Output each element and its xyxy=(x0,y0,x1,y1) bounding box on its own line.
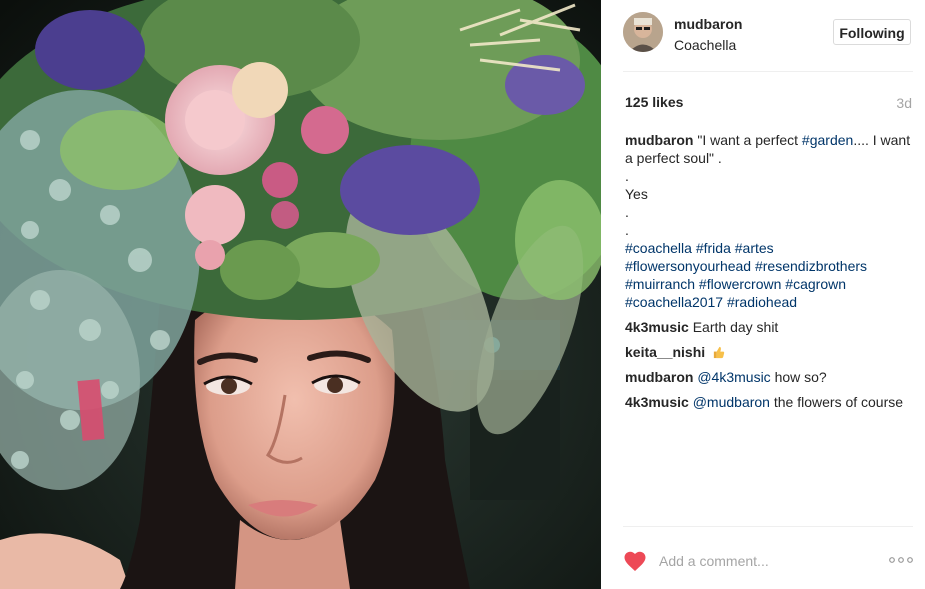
comment-username[interactable]: 4k3music xyxy=(625,394,689,410)
hashtag-line: #coachella #frida #artes xyxy=(625,239,913,257)
comment-item: 4k3music @mudbaron the flowers of course xyxy=(625,393,913,411)
likes-count[interactable]: 125 likes xyxy=(625,94,683,110)
comment-username[interactable]: mudbaron xyxy=(625,369,693,385)
hashtag-link[interactable]: #coachella2017 xyxy=(625,294,723,310)
comment-username[interactable]: keita__nishi xyxy=(625,344,705,360)
post-timestamp[interactable]: 3d xyxy=(896,95,912,111)
comment-bar xyxy=(623,547,913,577)
comment-text: Earth day shit xyxy=(692,319,779,335)
post-photo[interactable] xyxy=(0,0,601,589)
add-comment-input[interactable] xyxy=(659,549,859,573)
comment-text: the flowers of course xyxy=(769,394,904,410)
hashtag-link[interactable]: #flowersonyourhead xyxy=(625,258,751,274)
hashtag-link[interactable]: #frida xyxy=(696,240,731,256)
post-sidebar: mudbaron Coachella Following 125 likes 3… xyxy=(601,0,925,589)
hashtag-line: #coachella2017 #radiohead xyxy=(625,293,913,311)
hashtag-line: #flowersonyourhead #resendizbrothers xyxy=(625,257,913,275)
hashtag-link[interactable]: #artes xyxy=(735,240,774,256)
hashtag-link[interactable]: #resendizbrothers xyxy=(755,258,867,274)
more-options-icon[interactable] xyxy=(889,555,913,565)
mention-link[interactable]: @mudbaron xyxy=(693,394,770,410)
caption-dot: . xyxy=(625,222,629,238)
hashtag-line: #muirranch #flowercrown #cagrown xyxy=(625,275,913,293)
caption-dot: . xyxy=(625,168,629,184)
hashtag-link[interactable]: #garden xyxy=(802,132,853,148)
comment-item: keita__nishi xyxy=(625,343,913,361)
avatar[interactable] xyxy=(623,12,663,52)
comment-text: how so? xyxy=(770,369,827,385)
thumbs-up-emoji-icon xyxy=(713,346,725,359)
hashtag-link[interactable]: #coachella xyxy=(625,240,692,256)
post-location[interactable]: Coachella xyxy=(674,37,736,53)
footer-divider xyxy=(623,526,913,527)
hashtag-link[interactable]: #radiohead xyxy=(727,294,797,310)
post-header: mudbaron Coachella Following xyxy=(623,12,913,60)
following-button[interactable]: Following xyxy=(833,19,911,45)
caption-dot: . xyxy=(625,204,629,220)
caption-line: Yes xyxy=(625,186,648,202)
comment-username[interactable]: 4k3music xyxy=(625,319,689,335)
caption-username[interactable]: mudbaron xyxy=(625,132,693,148)
caption-text: "I want a perfect xyxy=(697,132,802,148)
header-divider xyxy=(623,71,913,72)
comment-item: mudbaron @4k3music how so? xyxy=(625,368,913,386)
heart-icon[interactable] xyxy=(623,550,647,572)
hashtag-link[interactable]: #cagrown xyxy=(785,276,846,292)
comment-item: 4k3music Earth day shit xyxy=(625,318,913,336)
hashtag-link[interactable]: #muirranch xyxy=(625,276,695,292)
caption: mudbaron "I want a perfect #garden.... I… xyxy=(625,131,913,311)
mention-link[interactable]: @4k3music xyxy=(697,369,770,385)
post-username[interactable]: mudbaron xyxy=(674,16,742,32)
comments-list: mudbaron "I want a perfect #garden.... I… xyxy=(625,131,913,418)
photo-image xyxy=(0,0,601,589)
hashtag-link[interactable]: #flowercrown xyxy=(699,276,781,292)
